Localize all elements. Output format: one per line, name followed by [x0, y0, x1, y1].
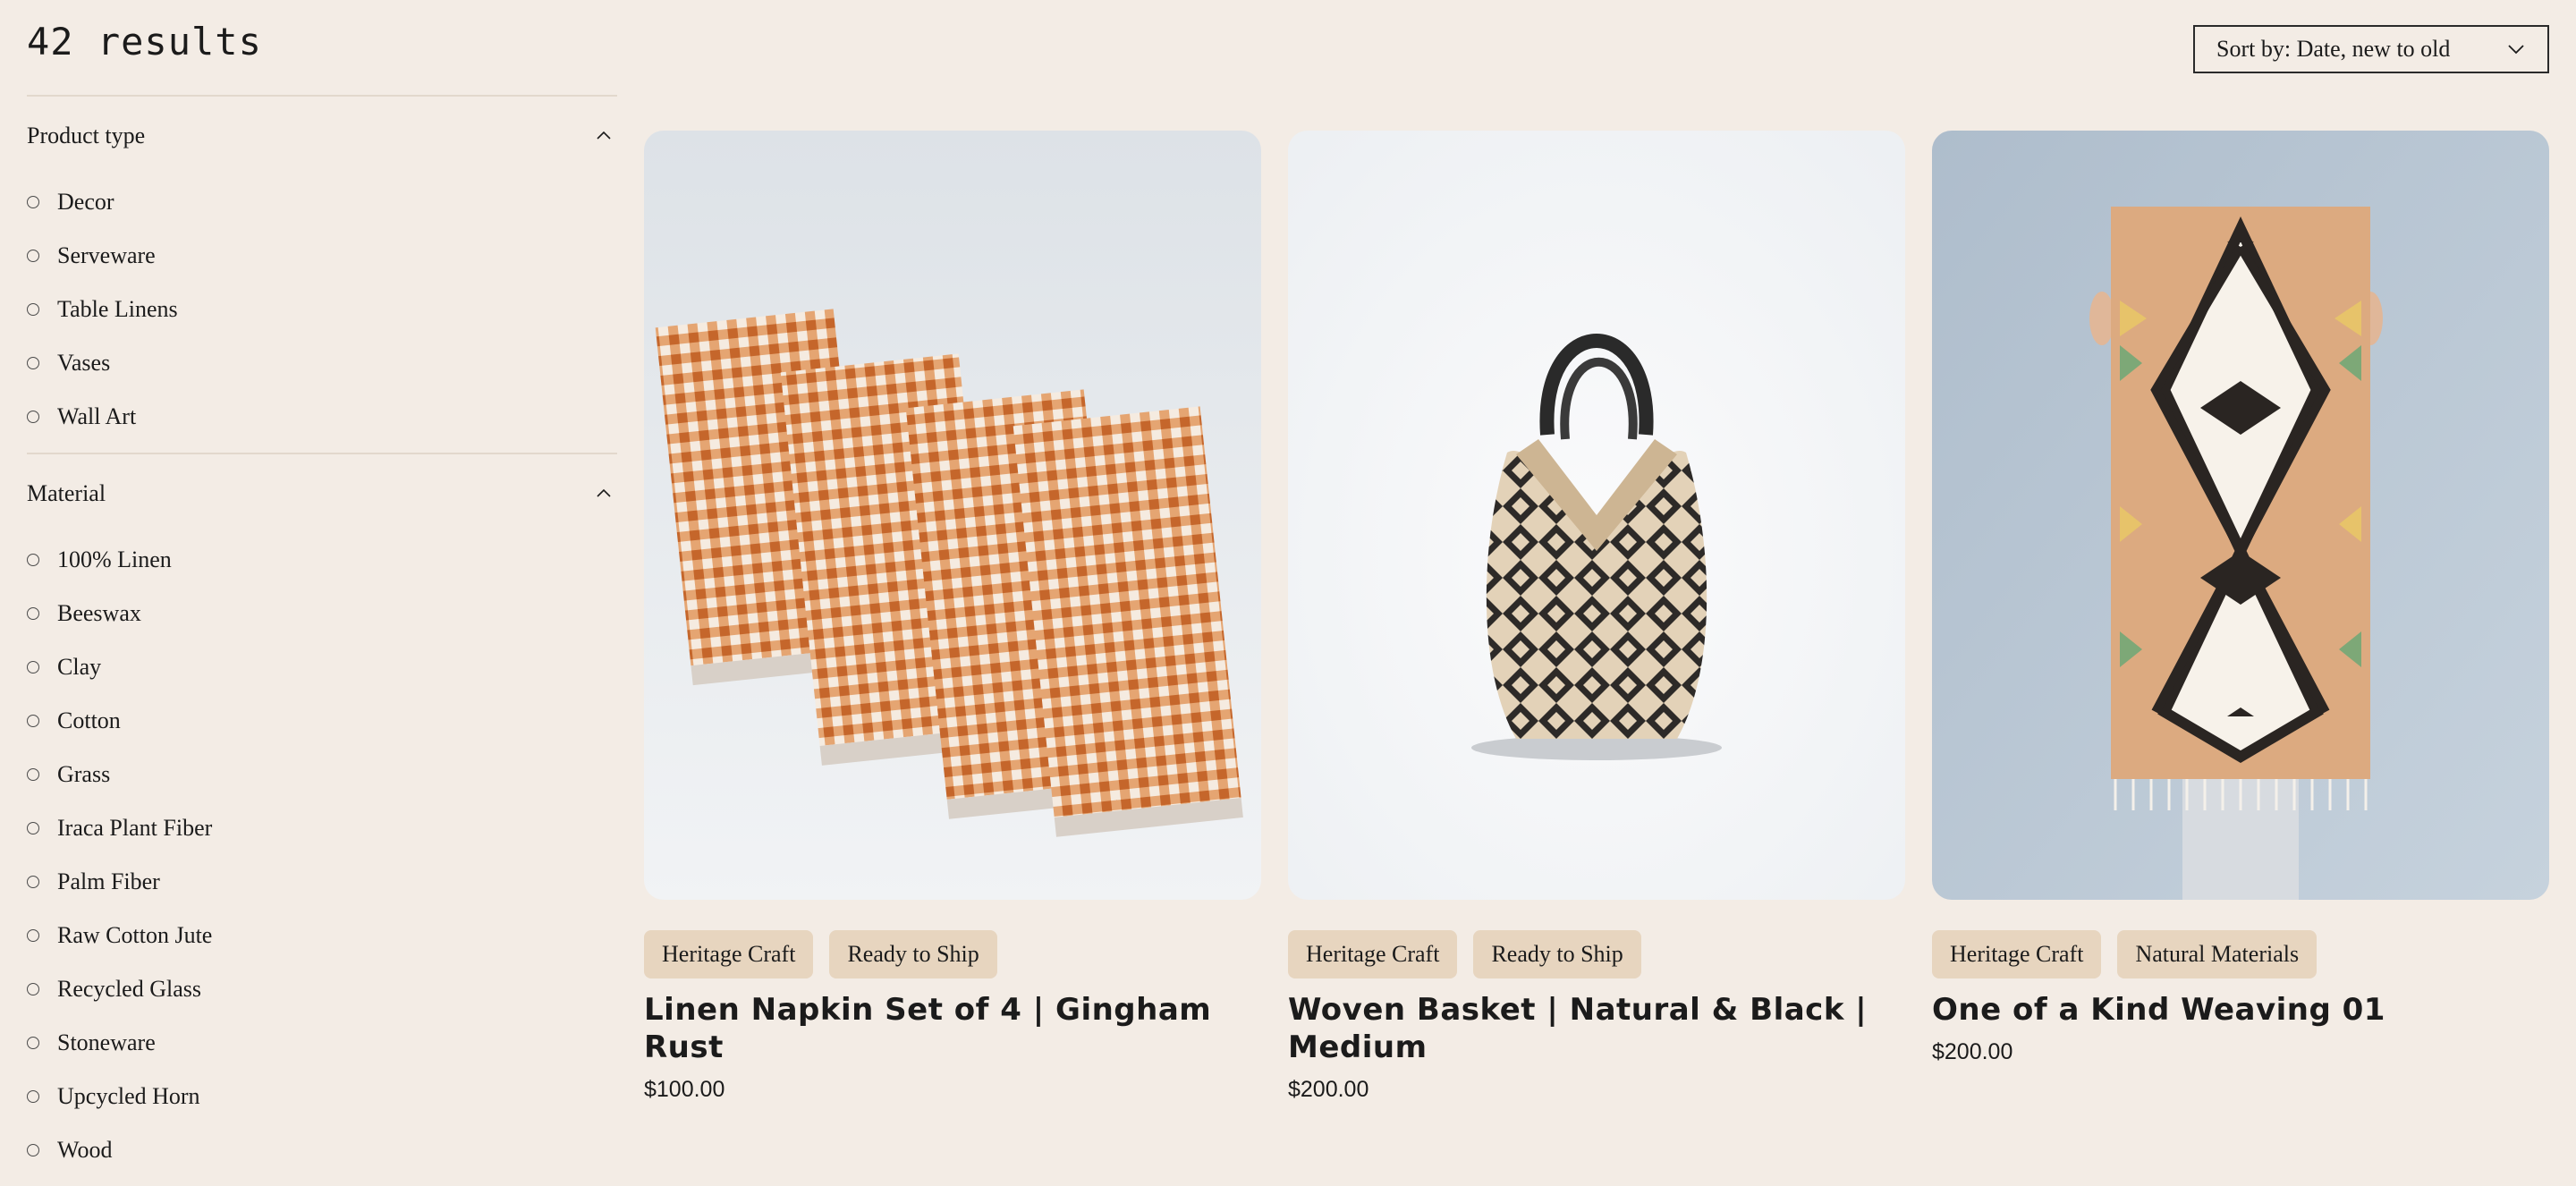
radio-button[interactable] — [27, 929, 39, 942]
product-badge: Ready to Ship — [1473, 930, 1641, 978]
option-label: Serveware — [57, 242, 156, 268]
filter-option-beeswax[interactable]: Beeswax — [27, 587, 617, 640]
filter-option-raw-cotton-jute[interactable]: Raw Cotton Jute — [27, 909, 617, 962]
option-label: Cotton — [57, 707, 121, 733]
filter-option-stoneware[interactable]: Stoneware — [27, 1016, 617, 1070]
product-title[interactable]: One of a Kind Weaving 01 — [1932, 991, 2549, 1029]
results-count: 42 results — [27, 20, 262, 64]
filter-option-table-linens[interactable]: Table Linens — [27, 283, 617, 336]
radio-button[interactable] — [27, 715, 39, 727]
radio-button[interactable] — [27, 411, 39, 423]
product-badge: Heritage Craft — [1932, 930, 2102, 978]
option-label: Wall Art — [57, 403, 137, 429]
product-badge: Heritage Craft — [1288, 930, 1458, 978]
filter-option-upcycled-horn[interactable]: Upcycled Horn — [27, 1070, 617, 1123]
product-title[interactable]: Linen Napkin Set of 4 | Gingham Rust — [644, 991, 1261, 1066]
product-badge: Natural Materials — [2117, 930, 2318, 978]
option-label: Upcycled Horn — [57, 1083, 200, 1109]
product-image-weaving[interactable] — [1932, 131, 2549, 900]
filter-option-recycled-glass[interactable]: Recycled Glass — [27, 962, 617, 1016]
radio-button[interactable] — [27, 196, 39, 208]
radio-button[interactable] — [27, 357, 39, 369]
chevron-up-icon — [597, 488, 611, 497]
filter-option-palm-fiber[interactable]: Palm Fiber — [27, 855, 617, 909]
chevron-down-icon — [2508, 45, 2524, 55]
filter-option-wood[interactable]: Wood — [27, 1123, 617, 1177]
product-card[interactable]: Heritage Craft Natural Materials One of … — [1932, 131, 2549, 1103]
filter-option-clay[interactable]: Clay — [27, 640, 617, 694]
filter-material: Material 100% Linen Beeswax Clay Cotton … — [27, 454, 617, 1186]
option-label: Vases — [57, 350, 111, 376]
radio-button[interactable] — [27, 822, 39, 834]
filter-title: Product type — [27, 123, 146, 148]
option-label: Grass — [57, 761, 111, 787]
sort-select[interactable]: Sort by: Date, new to old — [2193, 25, 2549, 73]
product-card[interactable]: Heritage Craft Ready to Ship Woven Baske… — [1288, 131, 1905, 1103]
option-label: Clay — [57, 654, 102, 680]
chevron-up-icon — [597, 131, 611, 140]
option-label: Beeswax — [57, 600, 141, 626]
radio-button[interactable] — [27, 983, 39, 995]
product-image-basket[interactable] — [1288, 131, 1905, 900]
filter-option-linen[interactable]: 100% Linen — [27, 533, 617, 587]
option-label: Recycled Glass — [57, 976, 202, 1002]
filter-option-cotton[interactable]: Cotton — [27, 694, 617, 748]
product-badge: Ready to Ship — [829, 930, 997, 978]
radio-button[interactable] — [27, 607, 39, 620]
product-price: $200.00 — [1288, 1077, 1369, 1102]
option-label: 100% Linen — [57, 546, 172, 572]
product-title[interactable]: Woven Basket | Natural & Black | Medium — [1288, 991, 1905, 1066]
option-label: Stoneware — [57, 1029, 156, 1055]
filter-option-decor[interactable]: Decor — [27, 175, 617, 229]
filter-option-iraca-plant-fiber[interactable]: Iraca Plant Fiber — [27, 801, 617, 855]
product-badge: Heritage Craft — [644, 930, 814, 978]
product-grid: Heritage Craft Ready to Ship Linen Napki… — [644, 131, 2549, 1103]
filter-product-type: Product type Decor Serveware Table Linen… — [27, 97, 617, 453]
radio-button[interactable] — [27, 661, 39, 673]
radio-button[interactable] — [27, 1090, 39, 1103]
filter-option-wall-art[interactable]: Wall Art — [27, 390, 617, 444]
radio-button[interactable] — [27, 1037, 39, 1049]
product-card[interactable]: Heritage Craft Ready to Ship Linen Napki… — [644, 131, 1261, 1103]
filter-option-vases[interactable]: Vases — [27, 336, 617, 390]
option-label: Iraca Plant Fiber — [57, 815, 213, 841]
radio-button[interactable] — [27, 250, 39, 262]
filter-sidebar: Product type Decor Serveware Table Linen… — [27, 95, 617, 1186]
radio-button[interactable] — [27, 768, 39, 781]
radio-button[interactable] — [27, 876, 39, 888]
filter-option-grass[interactable]: Grass — [27, 748, 617, 801]
radio-button[interactable] — [27, 1144, 39, 1156]
product-image-napkins[interactable] — [644, 131, 1261, 900]
product-price: $100.00 — [644, 1077, 725, 1102]
radio-button[interactable] — [27, 303, 39, 316]
filter-title: Material — [27, 480, 106, 506]
option-label: Wood — [57, 1137, 113, 1163]
product-price: $200.00 — [1932, 1039, 2013, 1064]
option-label: Decor — [57, 189, 114, 215]
filter-header-product-type[interactable]: Product type — [27, 97, 617, 175]
option-label: Palm Fiber — [57, 868, 160, 894]
filter-header-material[interactable]: Material — [27, 454, 617, 533]
filter-option-serveware[interactable]: Serveware — [27, 229, 617, 283]
sort-label: Sort by: Date, new to old — [2216, 36, 2451, 62]
option-label: Table Linens — [57, 296, 178, 322]
radio-button[interactable] — [27, 554, 39, 566]
option-label: Raw Cotton Jute — [57, 922, 213, 948]
